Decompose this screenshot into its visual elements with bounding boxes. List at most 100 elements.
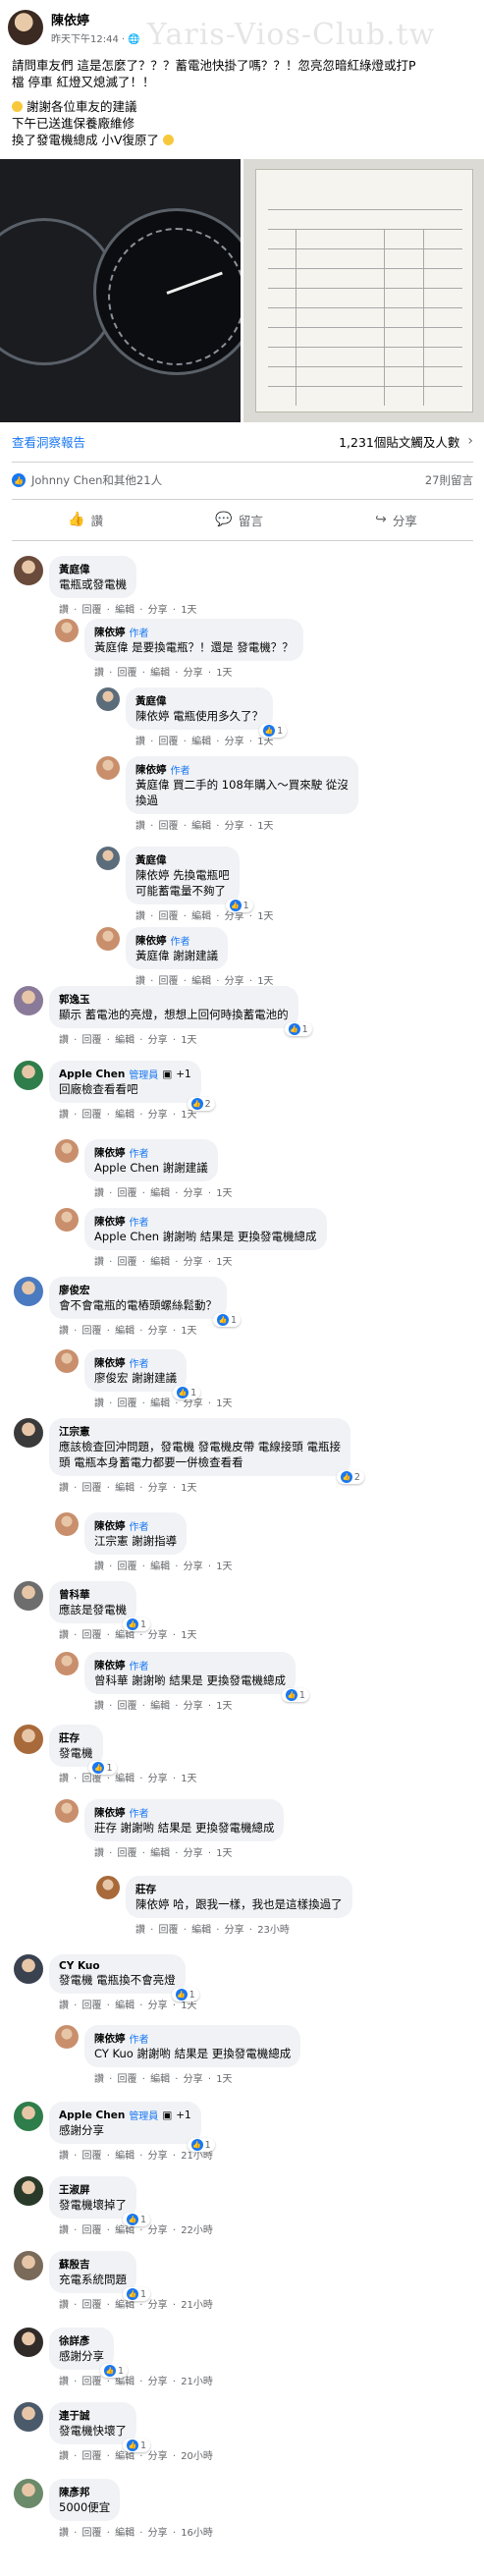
comment-like-badge[interactable]: 👍 2 [187, 1097, 215, 1111]
commenter-avatar[interactable] [55, 1349, 79, 1373]
comment-like-link[interactable]: 讚 [59, 1483, 69, 1494]
commenter-name-text[interactable]: 陳依婷 [135, 933, 167, 948]
comment-reply-link[interactable]: 回覆 [82, 2300, 102, 2311]
comment-share-link[interactable]: 分享 [148, 2528, 168, 2539]
share-button[interactable]: ↪ 分享 [375, 511, 417, 529]
comment-share-link[interactable]: 分享 [225, 737, 244, 747]
commenter-name[interactable]: Apple Chen 管理員 ▣ +1 [59, 2108, 191, 2123]
comment-reply-link[interactable]: 回覆 [82, 2377, 102, 2387]
comment-share-link[interactable]: 分享 [148, 1774, 168, 1784]
comment-share-link[interactable]: 分享 [184, 2074, 203, 2085]
comment-edit-link[interactable]: 編輯 [150, 1701, 170, 1712]
commenter-name-text[interactable]: Apple Chen [59, 2110, 125, 2121]
comment-timestamp[interactable]: 21小時 [181, 2300, 213, 2311]
comment-timestamp[interactable]: 20小時 [181, 2451, 213, 2462]
comment-timestamp[interactable]: 1天 [216, 1701, 232, 1712]
comment-like-link[interactable]: 讚 [94, 1701, 104, 1712]
comment-edit-link[interactable]: 編輯 [115, 2300, 134, 2311]
commenter-name[interactable]: 黃庭偉 [135, 693, 263, 708]
comment-edit-link[interactable]: 編輯 [115, 1774, 134, 1784]
commenter-avatar[interactable] [14, 1277, 43, 1306]
comment-edit-link[interactable]: 編輯 [115, 1110, 134, 1121]
comment-share-link[interactable]: 分享 [184, 1848, 203, 1859]
comment-share-link[interactable]: 分享 [225, 1925, 244, 1936]
commenter-name[interactable]: 陳依婷 作者 [94, 625, 294, 639]
commenter-name[interactable]: 連于誠 [59, 2408, 127, 2423]
comment-share-link[interactable]: 分享 [184, 668, 203, 679]
comment-like-badge[interactable]: 👍 2 [336, 1470, 364, 1484]
commenter-name[interactable]: 陳依婷 作者 [94, 1145, 208, 1160]
comment-edit-link[interactable]: 編輯 [115, 2451, 134, 2462]
commenter-name-text[interactable]: 陳依婷 [94, 2031, 126, 2046]
commenter-name[interactable]: 莊存 [59, 1730, 93, 1745]
comment-like-badge[interactable]: 👍 1 [212, 1313, 241, 1327]
commenter-avatar[interactable] [14, 1954, 43, 1984]
comment-like-link[interactable]: 讚 [59, 1774, 69, 1784]
commenter-name-text[interactable]: 陳依婷 [94, 1658, 126, 1672]
commenter-name-text[interactable]: 王淑屏 [59, 2182, 90, 2197]
comment-timestamp[interactable]: 1天 [216, 1848, 232, 1859]
comment-like-badge[interactable]: 👍 1 [122, 2287, 150, 2301]
comment-share-link[interactable]: 分享 [184, 1562, 203, 1572]
commenter-avatar[interactable] [14, 2176, 43, 2206]
comment-edit-link[interactable]: 編輯 [150, 1398, 170, 1409]
commenter-name-text[interactable]: 陳依婷 [135, 762, 167, 777]
commenter-avatar[interactable] [14, 556, 43, 585]
comment-edit-link[interactable]: 編輯 [115, 2528, 134, 2539]
comment-share-link[interactable]: 分享 [148, 1483, 168, 1494]
comment-like-badge[interactable]: 👍 1 [281, 1688, 309, 1702]
comment-like-link[interactable]: 讚 [94, 1848, 104, 1859]
comment-timestamp[interactable]: 1天 [257, 911, 273, 922]
comment-count[interactable]: 27則留言 [425, 472, 473, 488]
commenter-avatar[interactable] [14, 1725, 43, 1754]
comment-timestamp[interactable]: 1天 [181, 1035, 196, 1046]
commenter-avatar[interactable] [96, 847, 120, 870]
commenter-name[interactable]: 陳依婷 作者 [94, 1805, 274, 1820]
commenter-name[interactable]: 郭逸玉 [59, 992, 289, 1007]
comment-reply-link[interactable]: 回覆 [82, 605, 102, 616]
comment-share-link[interactable]: 分享 [184, 1701, 203, 1712]
commenter-avatar[interactable] [14, 2102, 43, 2131]
comment-timestamp[interactable]: 1天 [257, 821, 273, 832]
comment-timestamp[interactable]: 1天 [181, 1483, 196, 1494]
commenter-name[interactable]: Apple Chen 管理員 ▣ +1 [59, 1067, 191, 1082]
post-author[interactable]: 陳依婷 [51, 10, 140, 28]
comment-share-link[interactable]: 分享 [148, 1326, 168, 1337]
comment-edit-link[interactable]: 編輯 [191, 737, 211, 747]
comment-share-link[interactable]: 分享 [148, 1630, 168, 1641]
commenter-name-text[interactable]: 陳依婷 [94, 1805, 126, 1820]
comment-timestamp[interactable]: 1天 [216, 1398, 232, 1409]
comment-edit-link[interactable]: 編輯 [115, 2225, 134, 2236]
comment-reply-link[interactable]: 回覆 [82, 2151, 102, 2162]
commenter-name[interactable]: 徐詳彥 [59, 2333, 104, 2348]
commenter-avatar[interactable] [96, 927, 120, 951]
comment-timestamp[interactable]: 21小時 [181, 2151, 213, 2162]
comment-timestamp[interactable]: 1天 [181, 1326, 196, 1337]
comment-reply-link[interactable]: 回覆 [159, 911, 179, 922]
commenter-name-text[interactable]: 黃庭偉 [59, 562, 90, 576]
comment-edit-link[interactable]: 編輯 [115, 1483, 134, 1494]
comment-share-link[interactable]: 分享 [148, 2225, 168, 2236]
commenter-name-text[interactable]: 廖俊宏 [59, 1283, 90, 1297]
comment-timestamp[interactable]: 22小時 [181, 2225, 213, 2236]
commenter-avatar[interactable] [14, 2251, 43, 2280]
comment-reply-link[interactable]: 回覆 [118, 1701, 137, 1712]
commenter-name[interactable]: 王淑屏 [59, 2182, 127, 2197]
commenter-name[interactable]: 陳彥邦 [59, 2485, 110, 2499]
commenter-name[interactable]: 陳依婷 作者 [94, 2031, 291, 2046]
commenter-avatar[interactable] [55, 1799, 79, 1823]
commenter-name-text[interactable]: Apple Chen [59, 1069, 125, 1080]
comment-reply-link[interactable]: 回覆 [159, 1925, 179, 1936]
commenter-name-text[interactable]: 郭逸玉 [59, 992, 90, 1007]
comment-edit-link[interactable]: 編輯 [150, 1562, 170, 1572]
comment-like-link[interactable]: 讚 [59, 1035, 69, 1046]
comment-like-link[interactable]: 讚 [59, 2151, 69, 2162]
commenter-name[interactable]: 黃庭偉 [59, 562, 127, 576]
comment-share-link[interactable]: 分享 [184, 1188, 203, 1199]
comment-like-badge[interactable]: 👍 1 [284, 1022, 312, 1036]
commenter-avatar[interactable] [14, 2402, 43, 2432]
comment-edit-link[interactable]: 編輯 [115, 605, 134, 616]
commenter-name-text[interactable]: 徐詳彥 [59, 2333, 90, 2348]
comment-like-link[interactable]: 讚 [59, 2528, 69, 2539]
comment-edit-link[interactable]: 編輯 [191, 1925, 211, 1936]
